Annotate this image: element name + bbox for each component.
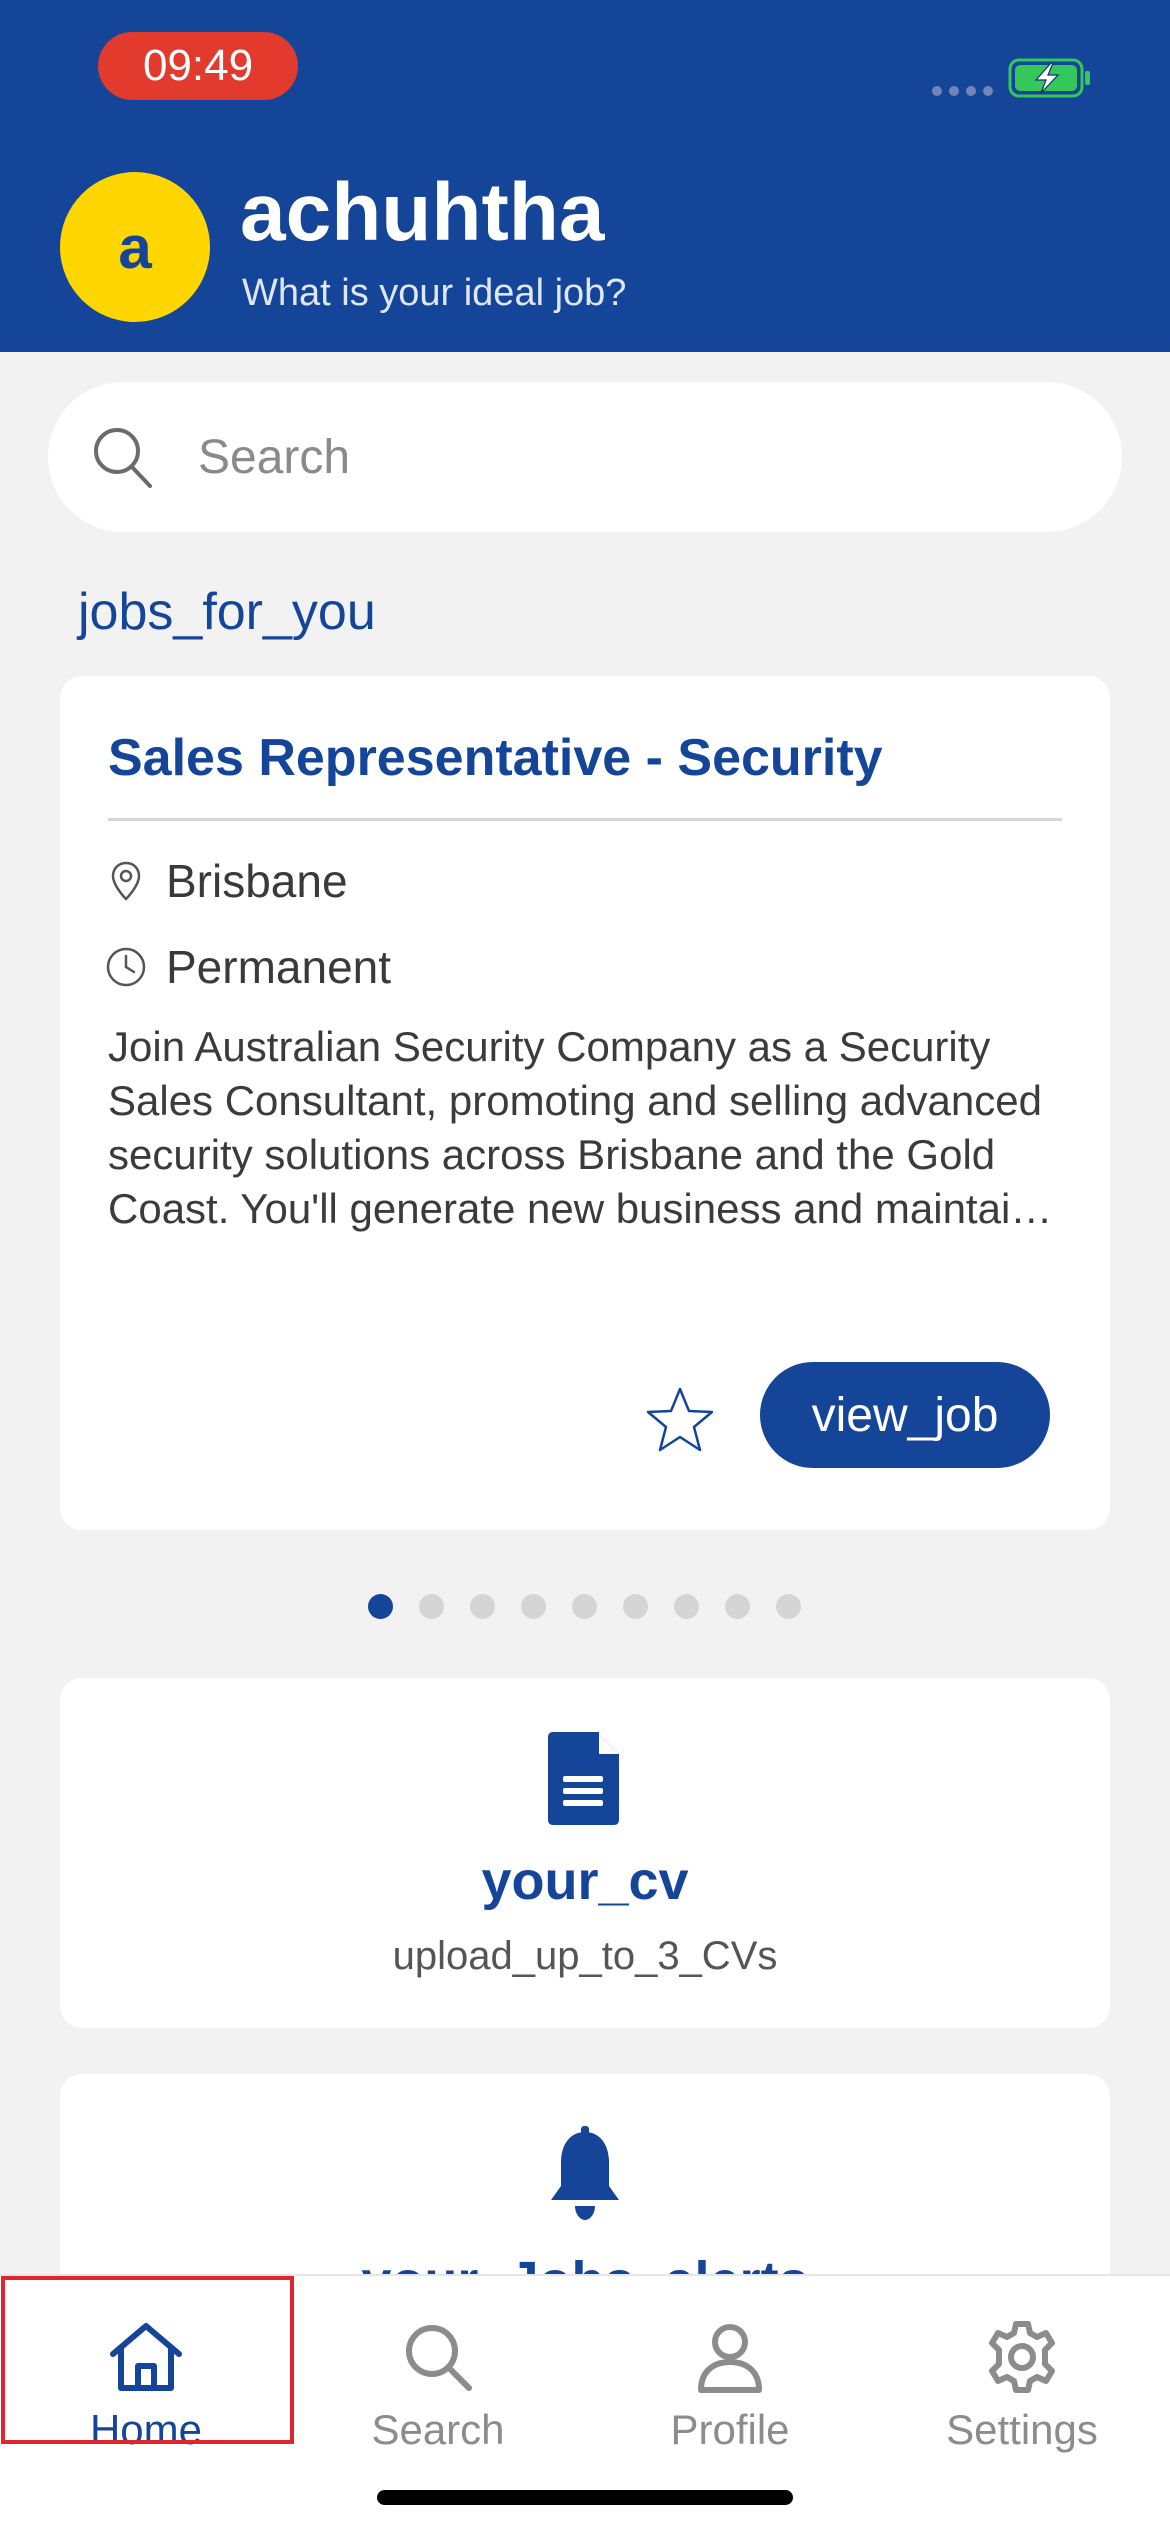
cv-card-title: your_cv	[481, 1851, 689, 1911]
pager-dot[interactable]	[776, 1594, 801, 1619]
home-indicator[interactable]	[377, 2490, 793, 2505]
tab-profile[interactable]: Profile	[584, 2298, 876, 2468]
avatar[interactable]: a	[60, 172, 210, 322]
favorite-star-icon[interactable]	[644, 1384, 716, 1456]
job-location: Brisbane	[166, 855, 348, 907]
clock-icon	[106, 947, 146, 987]
job-title[interactable]: Sales Representative - Security	[108, 728, 883, 788]
job-type-row: Permanent	[104, 940, 391, 994]
job-card-divider	[108, 818, 1062, 821]
tab-search-label: Search	[371, 2406, 505, 2453]
gear-icon	[989, 2321, 1055, 2393]
pager-dot[interactable]	[521, 1594, 546, 1619]
pager-dot[interactable]	[368, 1594, 393, 1619]
job-card[interactable]: Sales Representative - Security Brisbane…	[60, 676, 1110, 1530]
cellular-signal-icon	[932, 86, 993, 96]
job-type: Permanent	[166, 941, 392, 993]
search-icon	[94, 428, 152, 488]
header-tagline: What is your ideal job?	[242, 272, 627, 314]
status-time: 09:49	[98, 32, 298, 100]
jobs-section-title: jobs_for_you	[78, 583, 376, 641]
person-icon	[698, 2324, 762, 2393]
cv-card-subtitle: upload_up_to_3_CVs	[392, 1934, 778, 1978]
search-icon	[406, 2325, 472, 2391]
battery-charging-icon	[1008, 58, 1090, 98]
job-location-row: Brisbane	[104, 854, 348, 908]
pager-dot[interactable]	[674, 1594, 699, 1619]
tab-profile-label: Profile	[670, 2406, 790, 2453]
pager-dot[interactable]	[470, 1594, 495, 1619]
tab-settings-label: Settings	[946, 2406, 1098, 2453]
bell-icon	[551, 2126, 619, 2220]
cv-card[interactable]: your_cv upload_up_to_3_CVs	[60, 1678, 1110, 2028]
pager-dot[interactable]	[725, 1594, 750, 1619]
tab-search[interactable]: Search	[292, 2298, 584, 2468]
carousel-pager[interactable]	[368, 1594, 801, 1619]
pager-dot[interactable]	[572, 1594, 597, 1619]
tab-settings[interactable]: Settings	[876, 2298, 1168, 2468]
search-input[interactable]	[198, 422, 1058, 492]
username-title: achuhtha	[240, 167, 605, 258]
pager-dot[interactable]	[623, 1594, 648, 1619]
active-tab-highlight	[1, 2276, 294, 2444]
pager-dot[interactable]	[419, 1594, 444, 1619]
document-icon	[548, 1732, 619, 1825]
view-job-button[interactable]: view_job	[760, 1362, 1050, 1468]
location-pin-icon	[111, 861, 141, 901]
app-header: 09:49 a achuhtha What is your ideal job?	[0, 0, 1170, 352]
search-bar[interactable]	[48, 382, 1122, 532]
job-description: Join Australian Security Company as a Se…	[108, 1023, 1042, 1232]
